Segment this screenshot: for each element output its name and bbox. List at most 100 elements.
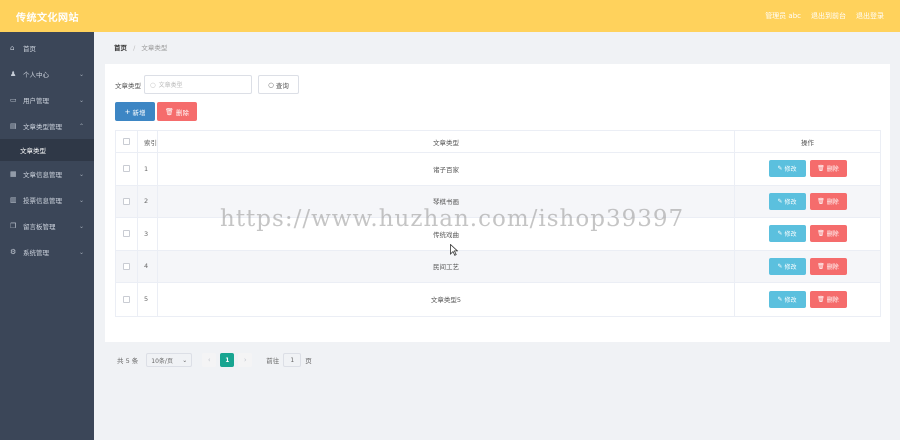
row-checkbox[interactable]: [123, 165, 130, 173]
delete-label: 删除: [826, 296, 839, 304]
row-index: 4: [138, 250, 158, 282]
sidebar-item-label: 文章类型管理: [23, 123, 62, 131]
page-size-select[interactable]: 10条/页 ⌄: [146, 353, 193, 367]
page-number-current[interactable]: 1: [220, 353, 235, 367]
logout-link[interactable]: 退出登录: [856, 11, 884, 21]
sidebar-item-message-board-mgmt[interactable]: ❐ 留言板管理 ⌄: [0, 213, 94, 239]
delete-button[interactable]: 🗑 删除: [809, 290, 847, 308]
search-icon: ○: [268, 80, 274, 89]
id-card-icon: ▭: [10, 96, 17, 104]
row-ops: ✎ 修改 🗑 删除: [735, 153, 880, 185]
edit-button[interactable]: ✎ 修改: [768, 290, 806, 308]
sidebar-item-label: 文章类型: [20, 147, 46, 155]
sidebar-item-vote-info-mgmt[interactable]: ▥ 投票信息管理 ⌄: [0, 187, 94, 213]
sidebar-subitem-article-type[interactable]: 文章类型: [0, 139, 94, 161]
query-button-label: 查询: [275, 81, 289, 90]
goto-label: 前往: [266, 357, 280, 365]
add-button-label: 新增: [132, 108, 146, 117]
breadcrumb-current: 文章类型: [141, 44, 168, 52]
edit-label: 修改: [784, 263, 797, 271]
edit-button[interactable]: ✎ 修改: [768, 257, 806, 275]
chevron-down-icon: ⌄: [78, 196, 84, 204]
edit-icon: ✎: [777, 295, 783, 303]
chevron-down-icon: ⌄: [182, 356, 188, 364]
edit-button[interactable]: ✎ 修改: [768, 225, 806, 243]
sidebar-item-home[interactable]: ⌂ 首页: [0, 35, 94, 61]
chevron-left-icon: ‹: [207, 356, 211, 364]
user-icon: ♟: [10, 70, 17, 78]
chevron-down-icon: ⌄: [78, 248, 84, 256]
breadcrumb-home[interactable]: 首页: [114, 44, 127, 52]
sidebar-item-label: 个人中心: [23, 71, 49, 79]
batch-delete-button[interactable]: 🗑 删除: [157, 102, 197, 121]
sidebar-item-article-type-mgmt[interactable]: ▤ 文章类型管理 ⌃: [0, 113, 94, 139]
settings-icon: ⚙: [10, 248, 17, 256]
pagination-total: 共 5 条: [117, 357, 139, 365]
delete-label: 删除: [826, 166, 839, 174]
edit-button[interactable]: ✎ 修改: [768, 192, 806, 210]
edit-button[interactable]: ✎ 修改: [768, 160, 806, 178]
row-checkbox-cell: [116, 153, 138, 185]
sidebar-item-label: 文章信息管理: [23, 171, 62, 179]
trash-icon: 🗑: [817, 262, 825, 270]
delete-button[interactable]: 🗑 删除: [809, 225, 847, 243]
breadcrumb-separator: /: [133, 44, 136, 52]
top-header: 传统文化网站 管理员 abc 退出到前台 退出登录: [0, 0, 900, 32]
add-button[interactable]: + 新增: [115, 102, 155, 121]
delete-label: 删除: [826, 263, 839, 271]
sidebar-item-label: 首页: [23, 45, 36, 53]
copy-icon: ❐: [10, 222, 17, 230]
mouse-cursor-icon: [450, 244, 458, 256]
document-icon: ▤: [10, 122, 17, 130]
row-type: 传统戏曲: [158, 218, 735, 250]
select-all-checkbox[interactable]: [123, 138, 130, 145]
row-checkbox[interactable]: [123, 230, 130, 238]
edit-label: 修改: [784, 296, 797, 304]
row-checkbox-cell: [116, 250, 138, 282]
row-checkbox-cell: [116, 185, 138, 217]
row-index: 5: [138, 283, 158, 316]
row-type: 诸子百家: [158, 153, 735, 185]
row-type: 民间工艺: [158, 250, 735, 282]
edit-icon: ✎: [777, 165, 783, 173]
row-checkbox[interactable]: [123, 262, 130, 270]
row-index: 3: [138, 218, 158, 250]
trash-icon: 🗑: [817, 230, 825, 238]
home-icon: ⌂: [10, 44, 15, 52]
sidebar-item-system-mgmt[interactable]: ⚙ 系统管理 ⌄: [0, 239, 94, 265]
building-icon: ▥: [10, 196, 17, 204]
article-type-table: 索引 文章类型 操作 1 诸子百家 ✎修改 🗑删除 2 琴棋书画 ✎修改: [115, 130, 881, 317]
delete-button[interactable]: 🗑 删除: [809, 257, 847, 275]
row-type: 琴棋书画: [158, 185, 735, 217]
prev-page-button[interactable]: ‹: [202, 353, 217, 367]
delete-label: 删除: [826, 198, 839, 206]
chevron-down-icon: ⌄: [78, 70, 84, 78]
goto-page-input[interactable]: 1: [283, 353, 302, 367]
page-suffix: 页: [305, 357, 312, 365]
row-type: 文章类型5: [158, 283, 735, 316]
admin-user-link[interactable]: 管理员 abc: [765, 11, 801, 21]
sidebar-item-article-info-mgmt[interactable]: ▦ 文章信息管理 ⌄: [0, 161, 94, 187]
delete-button[interactable]: 🗑 删除: [809, 160, 847, 178]
table-row: 3 传统戏曲 ✎ 修改 🗑 删除: [116, 218, 880, 251]
row-checkbox[interactable]: [123, 197, 130, 205]
trash-icon: 🗑: [817, 165, 825, 173]
next-page-button[interactable]: ›: [238, 353, 253, 367]
content-panel: 文章类型 ○ 文章类型 ○ 查询 + 新增 🗑 删除 索引 文章类型 操作 1 …: [105, 64, 890, 367]
sidebar-item-label: 投票信息管理: [23, 197, 62, 205]
delete-button[interactable]: 🗑 删除: [809, 192, 847, 210]
sidebar-item-label: 系统管理: [23, 249, 49, 257]
row-checkbox-cell: [116, 218, 138, 250]
row-checkbox[interactable]: [123, 295, 130, 303]
sidebar-item-profile[interactable]: ♟ 个人中心 ⌄: [0, 61, 94, 87]
search-input[interactable]: ○ 文章类型: [144, 75, 252, 94]
header-type: 文章类型: [158, 131, 735, 152]
exit-to-frontend-link[interactable]: 退出到前台: [811, 11, 846, 21]
trash-icon: 🗑: [817, 197, 825, 205]
pagination: 共 5 条 10条/页 ⌄ ‹ 1 › 前往 1 页: [117, 353, 312, 367]
sidebar-item-users[interactable]: ▭ 用户管理 ⌄: [0, 87, 94, 113]
trash-icon: 🗑: [817, 295, 825, 303]
table-row: 1 诸子百家 ✎ 修改 🗑 删除: [116, 153, 880, 186]
row-checkbox-cell: [116, 283, 138, 316]
query-button[interactable]: ○ 查询: [258, 75, 299, 94]
